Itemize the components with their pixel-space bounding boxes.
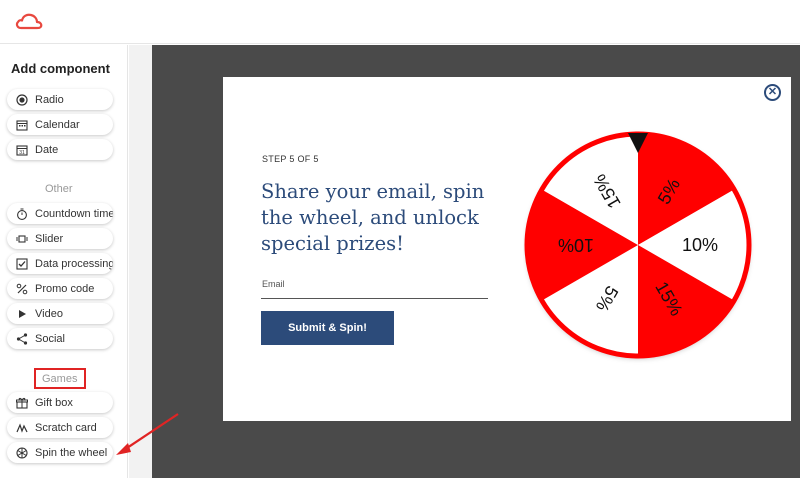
component-label: Promo code — [35, 282, 95, 295]
component-promo-code-button[interactable]: Promo code — [7, 278, 113, 299]
submit-spin-button[interactable]: Submit & Spin! — [261, 311, 394, 345]
close-icon[interactable]: ✕ — [764, 84, 781, 101]
email-field[interactable] — [261, 298, 488, 299]
component-label: Gift box — [35, 396, 73, 409]
component-video-button[interactable]: Video — [7, 303, 113, 324]
component-calendar-button[interactable]: Calendar — [7, 114, 113, 135]
slider-icon — [16, 233, 28, 245]
timer-icon — [16, 208, 28, 220]
component-label: Scratch card — [35, 421, 97, 434]
cloud-logo-icon[interactable] — [14, 10, 44, 32]
svg-text:31: 31 — [19, 150, 25, 156]
calendar-icon — [16, 119, 28, 131]
gift-icon — [16, 397, 28, 409]
component-label: Calendar — [35, 118, 80, 131]
step-indicator: STEP 5 OF 5 — [262, 154, 319, 164]
component-label: Date — [35, 143, 59, 156]
wheel-segment-label: 10% — [682, 235, 718, 255]
component-label: Slider — [35, 232, 64, 245]
section-label-games: Games — [42, 373, 78, 385]
component-label: Spin the wheel — [35, 446, 108, 459]
play-icon — [16, 308, 28, 320]
component-label: Video — [35, 307, 63, 320]
component-gift-box-button[interactable]: Gift box — [7, 392, 113, 413]
component-scratch-card-button[interactable]: Scratch card — [7, 417, 113, 438]
component-label: Data processing — [35, 257, 113, 270]
canvas-gutter — [129, 45, 152, 478]
share-icon — [16, 332, 28, 345]
section-label-other: Other — [45, 183, 73, 195]
email-field-label: Email — [262, 279, 285, 289]
component-label: Social — [35, 332, 65, 345]
popup-headline: Share your email, spin the wheel, and un… — [261, 180, 485, 255]
component-data-processing-button[interactable]: Data processing — [7, 253, 113, 274]
wheel-icon — [16, 446, 28, 459]
component-radio-button[interactable]: Radio — [7, 89, 113, 110]
scratch-icon — [16, 422, 28, 434]
component-spin-wheel-button[interactable]: Spin the wheel — [7, 442, 113, 463]
radio-icon — [16, 93, 28, 106]
component-date-button[interactable]: 31 Date — [7, 139, 113, 160]
popup-preview: ✕ STEP 5 OF 5 Share your email, spin the… — [223, 77, 791, 421]
component-sidebar: Add component Radio Calendar 31 Date Oth… — [0, 45, 128, 478]
component-label: Countdown timer — [35, 207, 113, 220]
date-icon: 31 — [16, 144, 28, 156]
sidebar-title: Add component — [11, 61, 110, 76]
percent-icon — [16, 283, 28, 295]
component-label: Radio — [35, 93, 64, 106]
wheel-segment-label: 10% — [558, 235, 594, 255]
top-bar — [0, 0, 800, 44]
component-slider-button[interactable]: Slider — [7, 228, 113, 249]
prize-wheel[interactable]: 5%10%15%5%10%15% — [523, 129, 763, 369]
component-social-button[interactable]: Social — [7, 328, 113, 349]
component-countdown-button[interactable]: Countdown timer — [7, 203, 113, 224]
checkbox-icon — [16, 257, 28, 270]
